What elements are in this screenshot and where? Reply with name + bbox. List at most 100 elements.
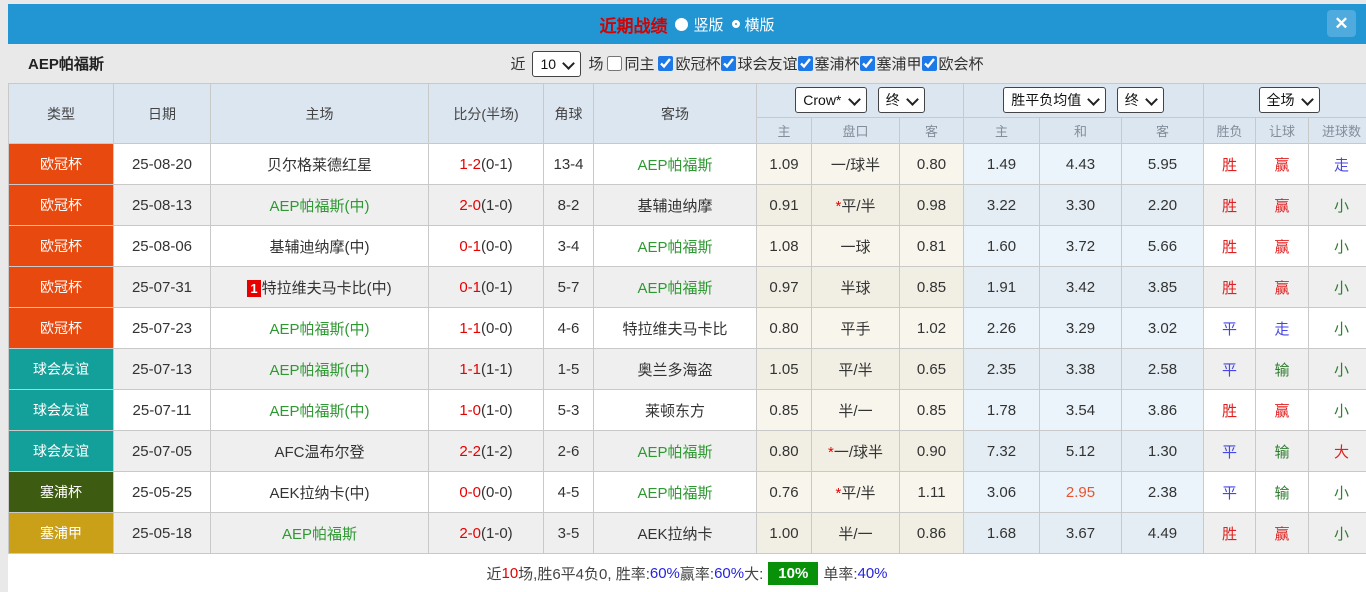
- filter-bar: AEP帕福斯 近 10 场 同主 欧冠杯球会友谊塞浦杯塞浦甲欧会杯: [8, 44, 1366, 83]
- same-home-checkbox[interactable]: [607, 56, 622, 71]
- goals-result-cell: 走: [1309, 144, 1366, 185]
- recent-results-dialog: 近期战绩 竖版 横版 ✕ AEP帕福斯 近 10 场 同主 欧冠杯球会友谊塞浦: [8, 4, 1366, 591]
- euro-home-odds: 3.22: [964, 185, 1040, 226]
- avg-source-select[interactable]: 胜平负均值: [1003, 87, 1106, 113]
- asian-away-odds: 1.02: [900, 308, 964, 349]
- score-cell: 2-2(1-2): [429, 431, 544, 472]
- asian-away-odds: 0.85: [900, 267, 964, 308]
- odds-source-select[interactable]: Crow*: [795, 87, 867, 113]
- away-team-cell: AEP帕福斯: [594, 144, 757, 185]
- radio-selected-icon[interactable]: [675, 18, 688, 31]
- league-filter[interactable]: 球会友谊: [721, 53, 798, 74]
- odds-source-select-wrap: Crow*: [795, 87, 867, 113]
- league-filter[interactable]: 欧冠杯: [658, 53, 720, 74]
- sub-header-asian-line: 盘口: [812, 117, 900, 143]
- score-cell: 2-0(1-0): [429, 513, 544, 554]
- corners-cell: 8-2: [544, 185, 594, 226]
- result-cell: 胜: [1204, 267, 1256, 308]
- summary-bar: 近10场,胜6平4负0, 胜率:60% 赢率:60% 大:10% 单率:40%: [8, 554, 1366, 592]
- odds-stage-select[interactable]: 终: [878, 87, 925, 113]
- league-filter[interactable]: 欧会杯: [922, 53, 984, 74]
- layout-option-label[interactable]: 竖版: [693, 14, 723, 35]
- league-filters: 欧冠杯球会友谊塞浦杯塞浦甲欧会杯: [658, 53, 983, 75]
- euro-odds-controls: 胜平负均值 终: [964, 84, 1204, 118]
- euro-draw-odds: 4.43: [1040, 144, 1122, 185]
- league-filter[interactable]: 塞浦杯: [798, 53, 860, 74]
- home-team-cell: AEP帕福斯: [211, 513, 429, 554]
- league-checkbox[interactable]: [922, 56, 937, 71]
- result-cell: 平: [1204, 431, 1256, 472]
- col-header-date: 日期: [114, 84, 211, 144]
- corners-cell: 3-4: [544, 226, 594, 267]
- away-team-cell: AEP帕福斯: [594, 472, 757, 513]
- handicap-result-cell: 输: [1256, 349, 1309, 390]
- away-team-cell: 特拉维夫马卡比: [594, 308, 757, 349]
- match-row: 球会友谊25-07-13AEP帕福斯(中)1-1(1-1)1-5奥兰多海盗1.0…: [9, 349, 1366, 390]
- handicap-result-cell: 赢: [1256, 390, 1309, 431]
- matches-unit-label: 场: [588, 53, 603, 74]
- asian-line: *平/半: [812, 185, 900, 226]
- league-checkbox[interactable]: [798, 56, 813, 71]
- corners-cell: 4-6: [544, 308, 594, 349]
- summary-segment: 大:: [744, 563, 763, 584]
- euro-home-odds: 1.68: [964, 513, 1040, 554]
- odds-stage-select-wrap: 终: [878, 87, 925, 113]
- asian-away-odds: 0.81: [900, 226, 964, 267]
- away-team-cell: AEP帕福斯: [594, 431, 757, 472]
- summary-segment: 10: [501, 565, 518, 582]
- euro-home-odds: 7.32: [964, 431, 1040, 472]
- radio-unselected-icon[interactable]: [732, 20, 740, 28]
- same-home-filter[interactable]: 同主: [607, 53, 654, 74]
- asian-home-odds: 0.80: [757, 431, 812, 472]
- layout-option-horizontal[interactable]: 横版: [732, 14, 775, 35]
- league-checkbox[interactable]: [721, 56, 736, 71]
- match-count-select-wrap: 10: [532, 51, 581, 77]
- match-row: 欧冠杯25-08-20贝尔格莱德红星1-2(0-1)13-4AEP帕福斯1.09…: [9, 144, 1366, 185]
- away-team-cell: AEP帕福斯: [594, 267, 757, 308]
- col-header-corners: 角球: [544, 84, 594, 144]
- date-cell: 25-07-05: [114, 431, 211, 472]
- asian-away-odds: 0.90: [900, 431, 964, 472]
- match-row: 欧冠杯25-07-311特拉维夫马卡比(中)0-1(0-1)5-7AEP帕福斯0…: [9, 267, 1366, 308]
- date-cell: 25-08-20: [114, 144, 211, 185]
- asian-home-odds: 1.09: [757, 144, 812, 185]
- match-count-select[interactable]: 10: [532, 51, 581, 77]
- home-team-cell: AEP帕福斯(中): [211, 349, 429, 390]
- asian-line: *平/半: [812, 472, 900, 513]
- layout-option-label[interactable]: 横版: [745, 14, 775, 35]
- date-cell: 25-07-23: [114, 308, 211, 349]
- league-filter[interactable]: 塞浦甲: [860, 53, 922, 74]
- scope-select[interactable]: 全场: [1259, 87, 1320, 113]
- league-type-badge: 球会友谊: [9, 349, 114, 390]
- date-cell: 25-05-25: [114, 472, 211, 513]
- layout-option-vertical[interactable]: 竖版: [675, 14, 723, 35]
- handicap-result-cell: 赢: [1256, 185, 1309, 226]
- league-checkbox[interactable]: [860, 56, 875, 71]
- league-label: 塞浦甲: [877, 53, 922, 74]
- home-team-cell: 1特拉维夫马卡比(中): [211, 267, 429, 308]
- asian-away-odds: 1.11: [900, 472, 964, 513]
- sub-header-euro-home: 主: [964, 117, 1040, 143]
- league-checkbox[interactable]: [658, 56, 673, 71]
- league-type-badge: 欧冠杯: [9, 308, 114, 349]
- goals-result-cell: 小: [1309, 472, 1366, 513]
- goals-result-cell: 小: [1309, 185, 1366, 226]
- close-button[interactable]: ✕: [1327, 10, 1356, 37]
- asian-home-odds: 0.76: [757, 472, 812, 513]
- score-cell: 0-1(0-0): [429, 226, 544, 267]
- goals-result-cell: 小: [1309, 513, 1366, 554]
- avg-source-select-wrap: 胜平负均值: [1003, 87, 1106, 113]
- result-cell: 平: [1204, 349, 1256, 390]
- corners-cell: 5-7: [544, 267, 594, 308]
- asian-line: 半/一: [812, 390, 900, 431]
- euro-away-odds: 5.95: [1122, 144, 1204, 185]
- avg-stage-select[interactable]: 终: [1117, 87, 1164, 113]
- titlebar: 近期战绩 竖版 横版 ✕: [8, 4, 1366, 44]
- filter-controls: 近 10 场 同主 欧冠杯球会友谊塞浦杯塞浦甲欧会杯: [390, 51, 983, 77]
- handicap-result-cell: 赢: [1256, 144, 1309, 185]
- sub-header-handicap-result: 让球: [1256, 117, 1309, 143]
- team-name: AEP帕福斯: [28, 53, 104, 74]
- euro-draw-odds: 3.38: [1040, 349, 1122, 390]
- sub-header-euro-draw: 和: [1040, 117, 1122, 143]
- handicap-result-cell: 赢: [1256, 267, 1309, 308]
